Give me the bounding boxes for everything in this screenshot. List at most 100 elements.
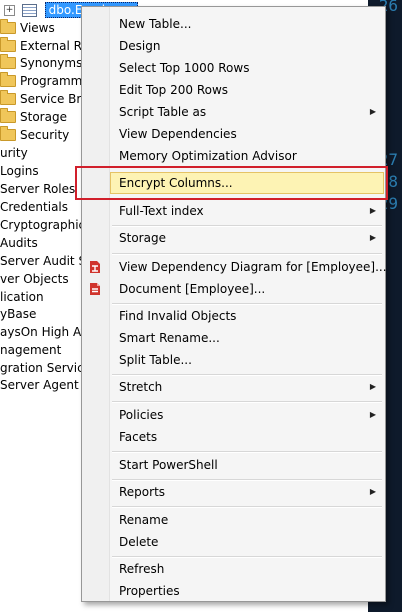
tree-node-credentials[interactable]: Credentials <box>0 198 68 216</box>
menu-item-label: Document [Employee]... <box>119 282 266 296</box>
folder-icon <box>0 71 16 87</box>
menu-item-label: View Dependency Diagram for [Employee]..… <box>119 260 387 274</box>
tree-node-audits[interactable]: Audits <box>0 234 38 252</box>
menu-item-label: Edit Top 200 Rows <box>119 83 229 97</box>
tree-node-replication[interactable]: lication <box>0 288 44 306</box>
menu-item-label: Full-Text index <box>119 204 204 218</box>
folder-icon <box>0 36 16 52</box>
menu-item-select-top-1000[interactable]: Select Top 1000 Rows <box>110 57 384 79</box>
tree-label: urity <box>0 146 28 160</box>
menu-icon-gutter <box>82 7 110 601</box>
menu-item-label: Select Top 1000 Rows <box>119 61 250 75</box>
menu-item-script-table-as[interactable]: Script Table as ▶ <box>110 101 384 123</box>
tree-label: yBase <box>0 307 37 321</box>
menu-item-reports[interactable]: Reports ▶ <box>110 481 384 503</box>
tree-label: nagement <box>0 343 62 357</box>
highlight-callout-box <box>75 166 388 200</box>
menu-item-label: View Dependencies <box>119 127 237 141</box>
menu-item-label: Design <box>119 39 161 53</box>
tree-node-polybase[interactable]: yBase <box>0 305 36 323</box>
menu-item-view-dependencies[interactable]: View Dependencies <box>110 123 384 145</box>
tree-label: Synonyms <box>20 56 83 70</box>
menu-item-design[interactable]: Design <box>110 35 384 57</box>
expand-icon[interactable]: + <box>4 5 15 16</box>
submenu-arrow-icon: ▶ <box>369 410 376 419</box>
tree-node-server-objects[interactable]: ver Objects <box>0 270 69 288</box>
tree-node-server-roles[interactable]: Server Roles <box>0 180 75 198</box>
menu-separator <box>112 401 382 403</box>
tree-label: Audits <box>0 236 38 250</box>
tree-node-logins[interactable]: Logins <box>0 162 39 180</box>
menu-item-edit-top-200[interactable]: Edit Top 200 Rows <box>110 79 384 101</box>
tree-label: Programma <box>20 74 90 88</box>
tree-label: Views <box>20 21 55 35</box>
submenu-arrow-icon: ▶ <box>369 487 376 496</box>
tree-label: lication <box>0 290 44 304</box>
context-menu: New Table... Design Select Top 1000 Rows… <box>81 6 387 602</box>
tree-label: Security <box>20 128 70 142</box>
folder-icon <box>0 89 16 105</box>
menu-item-find-invalid-objects[interactable]: Find Invalid Objects <box>110 305 384 327</box>
menu-item-start-powershell[interactable]: Start PowerShell <box>110 454 384 476</box>
tree-folder-security[interactable]: Security <box>0 125 70 144</box>
menu-item-label: Find Invalid Objects <box>119 309 237 323</box>
menu-item-properties[interactable]: Properties <box>110 580 384 602</box>
menu-item-facets[interactable]: Facets <box>110 426 384 448</box>
tree-label: Server Agent <box>0 378 79 392</box>
menu-item-split-table[interactable]: Split Table... <box>110 349 384 371</box>
menu-item-storage[interactable]: Storage ▶ <box>110 227 384 249</box>
tree-node-management[interactable]: nagement <box>0 341 61 359</box>
tree-label: Credentials <box>0 200 69 214</box>
menu-item-label: Rename <box>119 513 169 527</box>
menu-item-smart-rename[interactable]: Smart Rename... <box>110 327 384 349</box>
tree-folder-synonyms[interactable]: Synonyms <box>0 53 83 72</box>
submenu-arrow-icon: ▶ <box>369 206 376 215</box>
red-diagram-icon <box>90 261 100 273</box>
menu-item-label: Properties <box>119 584 180 598</box>
tree-label: ver Objects <box>0 272 69 286</box>
menu-item-stretch[interactable]: Stretch ▶ <box>110 376 384 398</box>
menu-item-document-employee[interactable]: Document [Employee]... <box>110 278 384 300</box>
menu-item-full-text-index[interactable]: Full-Text index ▶ <box>110 200 384 222</box>
menu-item-label: Script Table as <box>119 105 207 119</box>
folder-icon <box>0 125 16 141</box>
tree-label: Server Roles <box>0 182 76 196</box>
menu-item-label: Stretch <box>119 380 163 394</box>
menu-item-label: Split Table... <box>119 353 192 367</box>
red-document-icon <box>90 283 100 295</box>
menu-item-label: Delete <box>119 535 159 549</box>
menu-item-refresh[interactable]: Refresh <box>110 558 384 580</box>
tree-folder-programmability[interactable]: Programma <box>0 71 90 90</box>
folder-icon <box>0 107 16 123</box>
menu-item-label: New Table... <box>119 17 192 31</box>
tree-node-security[interactable]: urity <box>0 144 28 162</box>
menu-item-policies[interactable]: Policies ▶ <box>110 404 384 426</box>
tree-node-server-agent[interactable]: Server Agent <box>0 376 79 394</box>
submenu-arrow-icon: ▶ <box>369 107 376 116</box>
menu-separator <box>112 451 382 453</box>
submenu-arrow-icon: ▶ <box>369 382 376 391</box>
menu-separator <box>112 506 382 508</box>
tree-label: Storage <box>20 110 67 124</box>
tree-folder-storage[interactable]: Storage <box>0 107 67 126</box>
tree-label: Logins <box>0 164 39 178</box>
menu-item-memory-optimization-advisor[interactable]: Memory Optimization Advisor <box>110 145 384 167</box>
menu-item-label: Facets <box>119 430 158 444</box>
submenu-arrow-icon: ▶ <box>369 233 376 242</box>
folder-icon <box>0 18 16 34</box>
menu-item-label: Memory Optimization Advisor <box>119 149 297 163</box>
table-icon <box>21 4 37 17</box>
menu-item-view-dependency-diagram[interactable]: View Dependency Diagram for [Employee]..… <box>110 256 387 278</box>
menu-item-label: Refresh <box>119 562 165 576</box>
tree-folder-views[interactable]: Views <box>0 18 55 37</box>
folder-icon <box>0 53 16 69</box>
menu-item-new-table[interactable]: New Table... <box>110 13 384 35</box>
menu-item-label: Storage <box>119 231 166 245</box>
menu-item-label: Reports <box>119 485 166 499</box>
menu-item-delete[interactable]: Delete <box>110 531 384 553</box>
menu-item-label: Start PowerShell <box>119 458 218 472</box>
menu-separator <box>112 253 382 255</box>
menu-item-label: Smart Rename... <box>119 331 220 345</box>
menu-item-rename[interactable]: Rename <box>110 509 384 531</box>
menu-item-label: Policies <box>119 408 164 422</box>
